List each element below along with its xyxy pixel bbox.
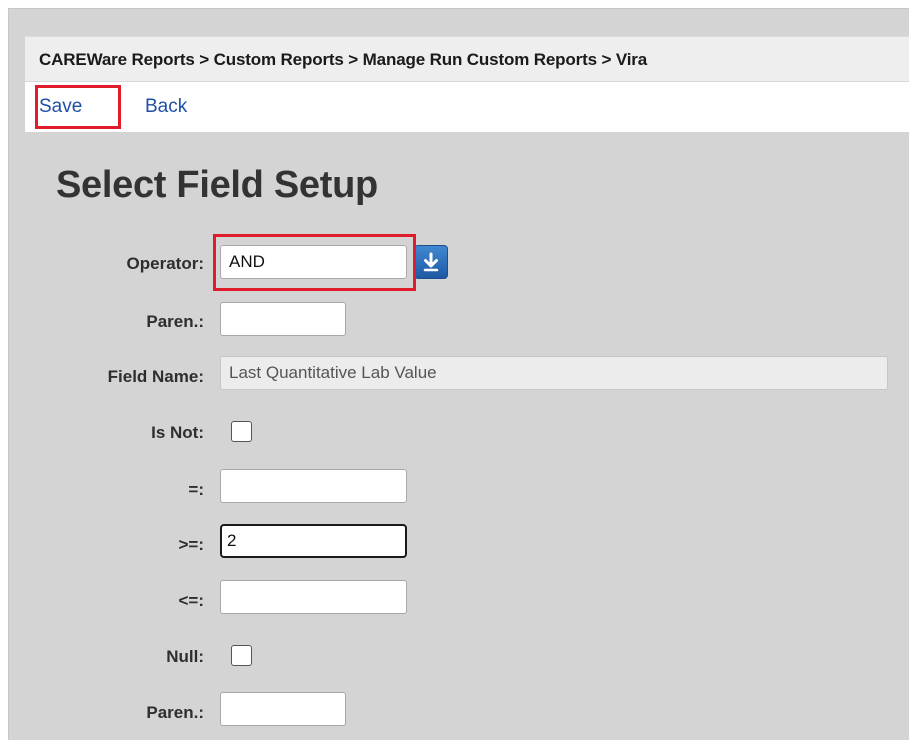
page-title: Select Field Setup xyxy=(56,164,378,206)
back-link[interactable]: Back xyxy=(145,96,187,118)
is-not-label: Is Not: xyxy=(151,423,204,442)
equals-label: =: xyxy=(188,480,204,499)
gte-label: >=: xyxy=(178,535,204,554)
lte-label: <=: xyxy=(178,591,204,610)
save-link[interactable]: Save xyxy=(39,96,82,118)
paren-close-label: Paren.: xyxy=(146,703,204,722)
operator-dropdown-button[interactable] xyxy=(414,245,448,279)
null-checkbox[interactable] xyxy=(231,645,252,666)
equals-field[interactable] xyxy=(220,469,407,503)
operator-field[interactable] xyxy=(220,245,407,279)
action-bar: Save Back xyxy=(25,82,909,132)
null-label: Null: xyxy=(166,647,204,666)
paren-close-field[interactable] xyxy=(220,692,346,726)
is-not-checkbox[interactable] xyxy=(231,421,252,442)
gte-field[interactable] xyxy=(220,524,407,558)
operator-label: Operator: xyxy=(126,254,204,273)
paren-open-field[interactable] xyxy=(220,302,346,336)
lte-field[interactable] xyxy=(220,580,407,614)
paren-open-label: Paren.: xyxy=(146,312,204,331)
breadcrumb-bar: CAREWare Reports > Custom Reports > Mana… xyxy=(25,36,909,82)
field-name-field xyxy=(220,356,888,390)
field-name-label: Field Name: xyxy=(107,367,204,386)
breadcrumb: CAREWare Reports > Custom Reports > Mana… xyxy=(39,50,648,69)
download-arrow-icon xyxy=(423,252,439,272)
